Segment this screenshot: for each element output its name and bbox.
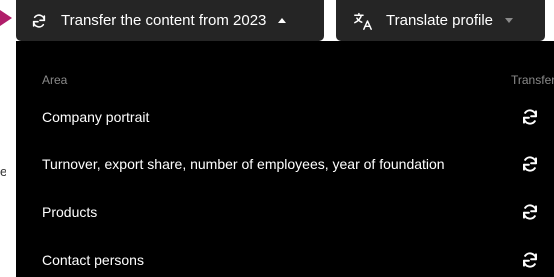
sync-icon[interactable]	[521, 155, 539, 173]
list-item[interactable]: Products	[16, 198, 554, 226]
list-item[interactable]: Contact persons	[16, 246, 554, 274]
list-item-label: Company portrait	[42, 109, 150, 125]
transfer-content-button[interactable]: Transfer the content from 2023	[16, 0, 324, 41]
list-item[interactable]: Company portrait	[16, 103, 554, 131]
chevron-down-icon	[505, 18, 513, 23]
list-item-label: Turnover, export share, number of employ…	[42, 156, 445, 172]
background-partial-text: e	[0, 164, 6, 179]
translate-icon	[354, 12, 372, 30]
sync-icon[interactable]	[521, 108, 539, 126]
transfer-content-label: Transfer the content from 2023	[61, 12, 267, 29]
translate-profile-label: Translate profile	[386, 12, 493, 29]
transfer-dropdown-panel: Area Transfer Company portrait Turnover,…	[16, 41, 554, 277]
column-header-area: Area	[42, 73, 68, 87]
pointer-arrow-icon	[0, 10, 12, 26]
chevron-up-icon	[278, 18, 287, 23]
list-item-label: Products	[42, 204, 98, 220]
sync-icon[interactable]	[521, 251, 539, 269]
sync-icon	[32, 13, 46, 28]
list-item-label: Contact persons	[42, 252, 144, 268]
translate-profile-button[interactable]: Translate profile	[336, 0, 545, 41]
sync-icon[interactable]	[521, 203, 539, 221]
list-item[interactable]: Turnover, export share, number of employ…	[16, 150, 554, 178]
column-header-transfer: Transfer	[511, 73, 554, 87]
